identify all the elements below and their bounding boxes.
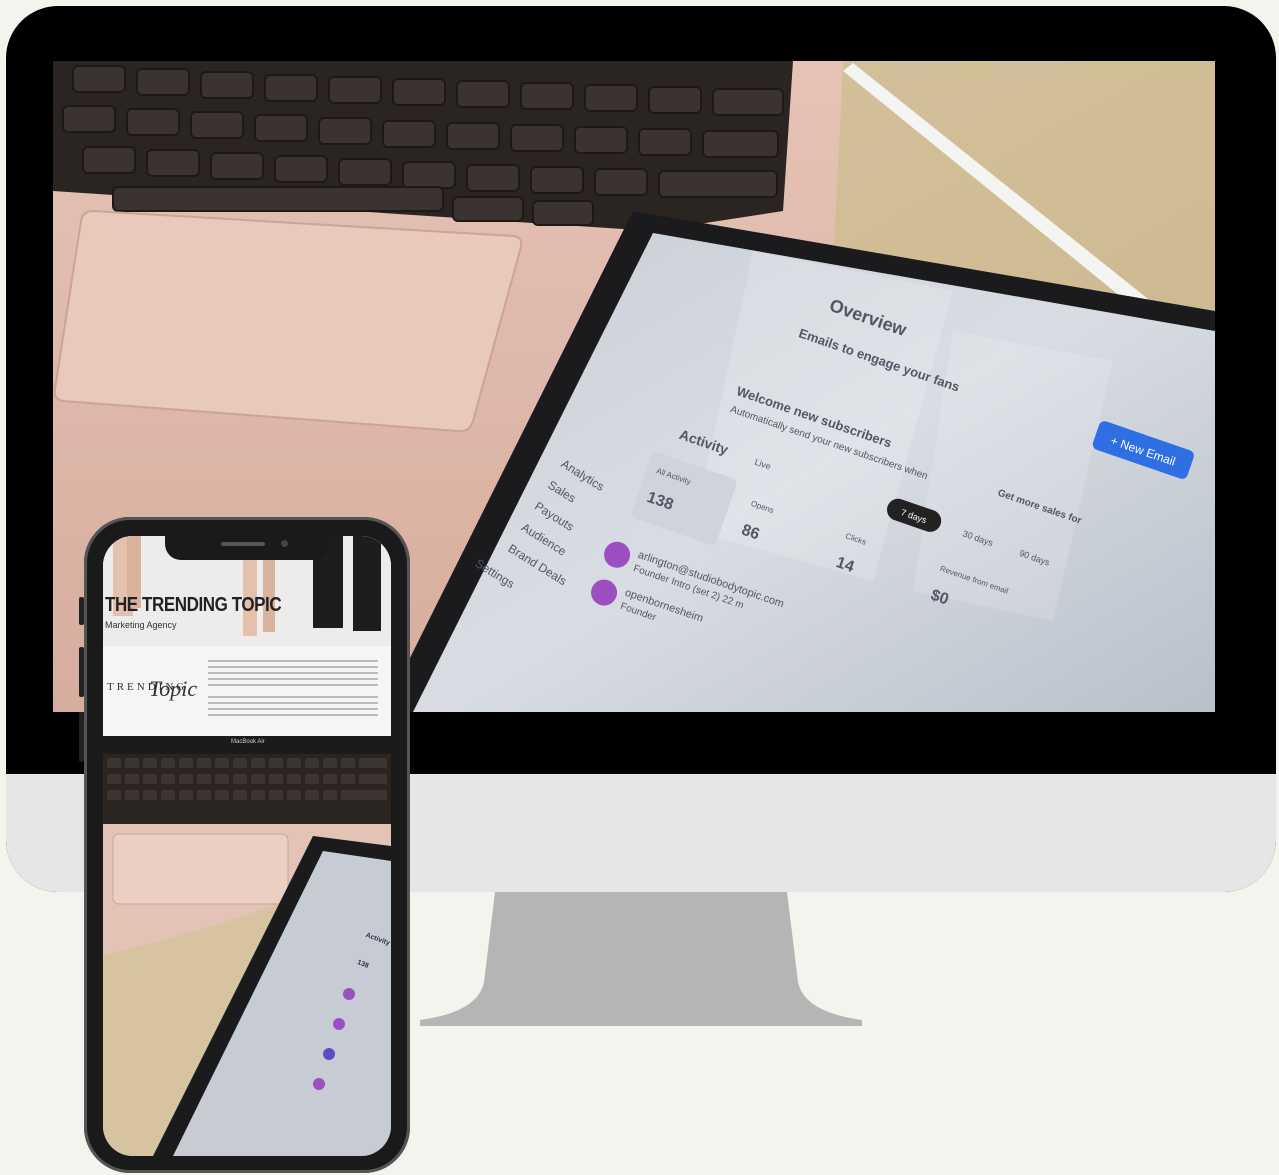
phone-notch (165, 536, 329, 560)
phone-camera (281, 540, 288, 547)
phone-volume-up (79, 647, 84, 697)
phone-mockup: THE TRENDING TOPIC Marketing Agency TREN… (79, 517, 410, 1173)
phone-brand-subtitle: Marketing Agency (105, 620, 177, 630)
phone-screen: THE TRENDING TOPIC Marketing Agency TREN… (103, 536, 391, 1156)
phone-brand-title: THE TRENDING TOPIC (105, 594, 282, 616)
trackpad (53, 209, 523, 433)
phone-side-button (79, 597, 84, 625)
phone-volume-down (79, 712, 84, 762)
phone-logo-script: Topic (149, 676, 198, 701)
phone-speaker (221, 542, 265, 546)
monitor-stand (420, 892, 862, 1026)
phone-laptop-label: MacBook Air (231, 739, 265, 745)
